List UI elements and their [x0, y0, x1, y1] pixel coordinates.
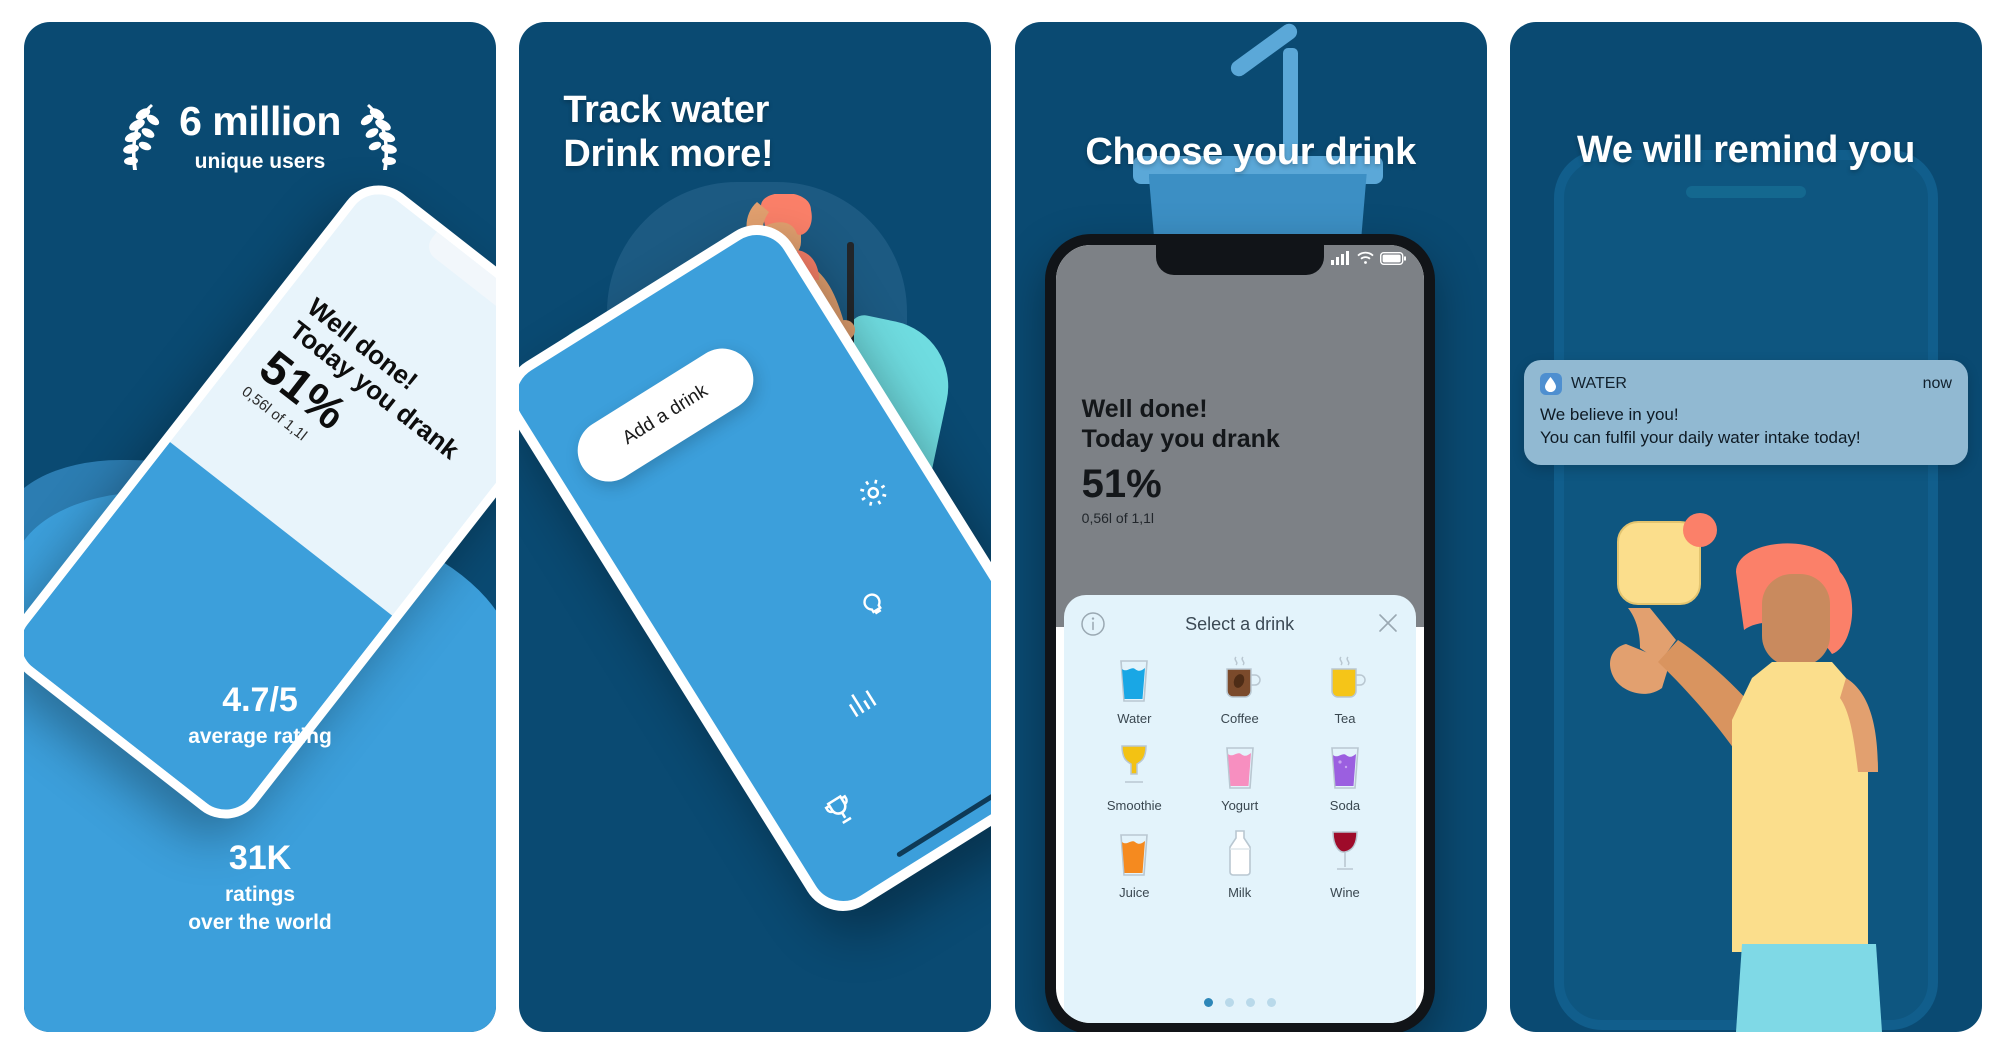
- mug-tea-icon: [1331, 656, 1366, 698]
- drink-item-juice[interactable]: Juice: [1082, 829, 1187, 900]
- phone-mockup[interactable]: Well done! Today you drank 51% 0,56l of …: [1044, 234, 1435, 1032]
- info-circle-icon[interactable]: [1080, 611, 1106, 637]
- drink-label: Smoothie: [1106, 798, 1162, 813]
- page-dot-active[interactable]: [1203, 998, 1213, 1007]
- status-bar: [1330, 251, 1406, 265]
- screenshot-gallery: 6 million unique users Well done! Today …: [0, 0, 2006, 1054]
- bottle-milk-icon: [1228, 830, 1251, 876]
- panel-choose-drink[interactable]: Choose your drink Well done! Today you d…: [1014, 22, 1487, 1032]
- select-drink-sheet: Select a drink Water Coffee Tea Smoothie…: [1063, 595, 1416, 1023]
- drink-item-tea[interactable]: Tea: [1292, 655, 1397, 726]
- drink-item-coffee[interactable]: Coffee: [1187, 655, 1292, 726]
- glass-juice-icon: [1120, 834, 1149, 876]
- drink-item-wine[interactable]: Wine: [1292, 829, 1397, 900]
- add-drink-button[interactable]: Add a drink: [566, 336, 766, 494]
- panel-headline: We will remind you: [1576, 129, 1916, 171]
- phone-mockup-tilted[interactable]: Add a drink: [519, 209, 992, 927]
- notification-line-1: We believe in you!: [1539, 405, 1679, 424]
- panel-reminders[interactable]: We will remind you WATER now We believe …: [1509, 22, 1982, 1032]
- person-illustration: [1609, 513, 1882, 1032]
- phone-notch: [1155, 245, 1324, 275]
- glass-yogurt-icon: [1225, 747, 1254, 789]
- notification-body: We believe in you! You can fulfil your d…: [1540, 403, 1952, 450]
- water-drop-icon: [1545, 376, 1557, 392]
- stat-label-line2: over the world: [188, 910, 332, 934]
- sheet-title: Select a drink: [1185, 613, 1295, 634]
- drink-item-soda[interactable]: Soda: [1292, 742, 1397, 813]
- headline-line-2: Drink more!: [563, 133, 774, 176]
- progress-summary: Well done! Today you drank 51% 0,56l of …: [1082, 395, 1280, 526]
- drink-label: Soda: [1329, 798, 1361, 813]
- notification-line-2: You can fulfil your daily water intake t…: [1539, 428, 1861, 448]
- drink-label: Water: [1117, 711, 1152, 726]
- drink-item-smoothie[interactable]: Smoothie: [1082, 742, 1187, 813]
- glass-soda-icon: [1331, 747, 1359, 789]
- stat-average-rating: 4.7/5 average rating: [24, 681, 496, 751]
- volume-value: 0,56l of 1,1l: [1081, 510, 1155, 526]
- trophy-icon[interactable]: [817, 787, 864, 834]
- notification-app-name: WATER: [1570, 375, 1627, 392]
- drink-label: Milk: [1228, 885, 1252, 900]
- panel-social-proof[interactable]: 6 million unique users Well done! Today …: [24, 22, 496, 1032]
- signal-bars-icon: [1330, 251, 1349, 265]
- drink-label: Coffee: [1220, 711, 1259, 726]
- drink-label: Yogurt: [1221, 798, 1259, 813]
- page-dot[interactable]: [1224, 998, 1234, 1007]
- laurel-wreath-icon: [123, 104, 160, 170]
- drink-grid: Water Coffee Tea Smoothie Yogurt Soda Ju…: [1064, 653, 1416, 900]
- home-indicator: [896, 779, 992, 858]
- page-indicator[interactable]: [1064, 998, 1416, 1007]
- stat-label-line1: ratings: [224, 883, 295, 907]
- glass-water-icon: [1120, 660, 1149, 702]
- award-subline: unique users: [194, 149, 326, 173]
- headline-line-1: Track water: [563, 89, 770, 131]
- water-drop-app-icon: [1539, 373, 1562, 395]
- notification-header: WATER now: [1539, 373, 1952, 395]
- percent-value: 51%: [1081, 462, 1162, 506]
- well-done-line: Well done!: [1081, 395, 1208, 423]
- page-dot[interactable]: [1245, 998, 1255, 1007]
- drink-item-milk[interactable]: Milk: [1187, 829, 1292, 900]
- gear-icon[interactable]: [850, 469, 897, 516]
- panel-track-water[interactable]: Track water Drink more! Add a drink: [519, 22, 992, 1032]
- drink-item-yogurt[interactable]: Yogurt: [1187, 742, 1292, 813]
- glass-wine-icon: [1332, 831, 1358, 870]
- drink-label: Tea: [1334, 711, 1356, 726]
- notification-card[interactable]: WATER now We believe in you! You can ful…: [1523, 360, 1968, 465]
- stat-ratings-count: 31K ratings over the world: [24, 839, 496, 936]
- glass-smoothie-icon: [1121, 745, 1148, 783]
- wifi-icon: [1357, 251, 1374, 264]
- award-headline: 6 million: [179, 97, 341, 144]
- stat-label: average rating: [188, 725, 332, 749]
- bar-chart-icon[interactable]: [837, 678, 884, 725]
- panel-headline: Track water Drink more!: [563, 88, 773, 176]
- mug-coffee-icon: [1225, 656, 1261, 698]
- drink-label: Wine: [1330, 885, 1360, 900]
- today-drank-line: Today you drank: [1081, 424, 1280, 453]
- battery-icon: [1379, 251, 1406, 265]
- drink-label: Juice: [1119, 885, 1150, 900]
- laurel-wreath-icon: [360, 104, 397, 170]
- lightbulb-icon[interactable]: [850, 579, 894, 623]
- stat-number: 31K: [228, 839, 292, 877]
- stat-number: 4.7/5: [222, 681, 298, 719]
- sheet-header: Select a drink: [1064, 595, 1416, 653]
- close-x-icon[interactable]: [1376, 611, 1400, 635]
- drink-item-water[interactable]: Water: [1082, 655, 1187, 726]
- page-dot[interactable]: [1266, 998, 1276, 1007]
- phone-speaker: [1685, 186, 1806, 198]
- notification-time: now: [1922, 375, 1952, 392]
- panel-headline: Choose your drink: [1085, 131, 1416, 173]
- award-badge: 6 million unique users: [24, 100, 496, 174]
